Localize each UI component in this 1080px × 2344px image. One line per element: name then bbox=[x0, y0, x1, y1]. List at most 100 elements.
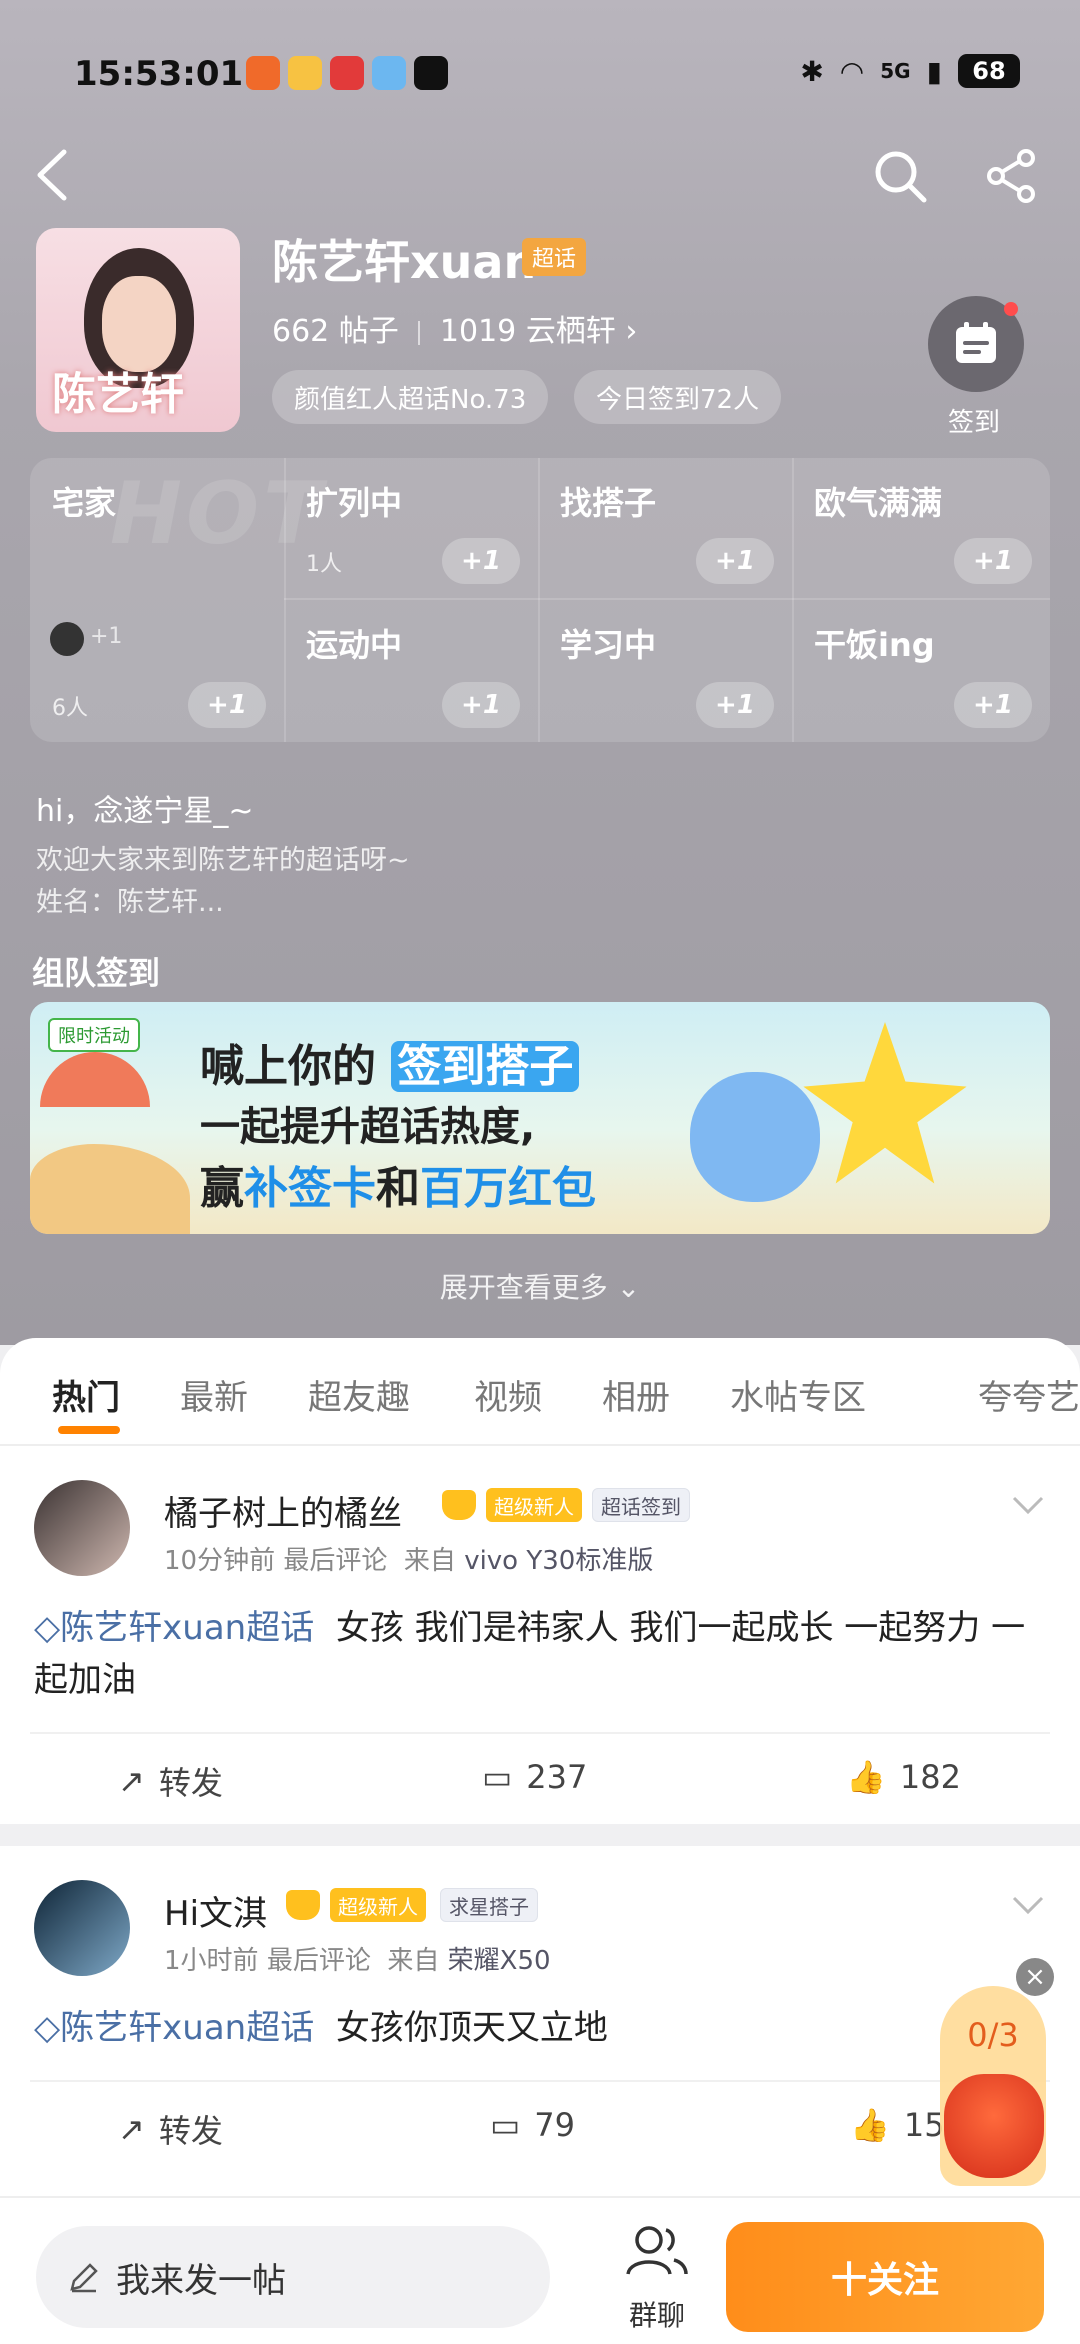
topic-link-text: 陈艺轩xuan超话 bbox=[60, 1608, 315, 1648]
topic-stats[interactable]: 662 帖子 1019 云栖轩 › bbox=[272, 306, 637, 350]
comment-icon: ▭ bbox=[482, 1758, 513, 1796]
post-text: 女孩你顶天又立地 bbox=[335, 2008, 608, 2048]
status-cell-kuolie[interactable]: 扩列中 1人 +1 bbox=[284, 458, 538, 598]
comment-count: 237 bbox=[526, 1758, 588, 1796]
plus-one-button[interactable]: +1 bbox=[696, 682, 774, 728]
repost-label: 转发 bbox=[158, 1764, 223, 1802]
intro-description-2[interactable]: 姓名：陈艺轩... bbox=[36, 880, 224, 919]
checkin-pill[interactable]: 今日签到72人 bbox=[574, 370, 782, 424]
status-cell-zhaodazi[interactable]: 找搭子 +1 bbox=[538, 458, 792, 598]
tab-latest[interactable]: 最新 bbox=[180, 1370, 248, 1419]
repost-button[interactable]: ↗ 转发 bbox=[118, 1758, 223, 1804]
post-content[interactable]: ◇陈艺轩xuan超话 女孩 我们是祎家人 我们一起成长 一起努力 一起加油 bbox=[34, 1602, 1044, 1706]
status-cell-ouqi[interactable]: 欧气满满 +1 bbox=[792, 458, 1050, 598]
status-bar: 15:53:01 ✱ ◠ 5G ▮ 68 bbox=[0, 40, 1080, 110]
follow-button[interactable]: 十关注 bbox=[726, 2222, 1044, 2332]
repost-label: 转发 bbox=[158, 2112, 223, 2150]
tab-praise[interactable]: 夸夸艺 bbox=[978, 1370, 1080, 1419]
expand-more-button[interactable]: 展开查看更多 ⌄ bbox=[0, 1266, 1080, 1306]
topic-link[interactable]: ◇陈艺轩xuan超话 bbox=[34, 2008, 314, 2048]
team-signin-title: 组队签到 bbox=[32, 954, 161, 992]
group-chat-button[interactable]: 群聊 bbox=[612, 2216, 702, 2336]
beach-illustration bbox=[30, 1144, 190, 1234]
vip-crown-icon bbox=[442, 1490, 476, 1520]
like-count: 182 bbox=[899, 1758, 961, 1796]
tab-album[interactable]: 相册 bbox=[602, 1370, 670, 1419]
umbrella-illustration bbox=[40, 1052, 150, 1107]
avatar-text: 陈艺轩 bbox=[52, 369, 184, 420]
weibo-notification-icon bbox=[288, 56, 322, 90]
plus-one-button[interactable]: +1 bbox=[696, 538, 774, 584]
banner-highlight: 百万红包 bbox=[420, 1163, 596, 1214]
plus-one-button[interactable]: +1 bbox=[188, 682, 266, 728]
tab-video[interactable]: 视频 bbox=[474, 1370, 542, 1419]
posts-label: 帖子 bbox=[338, 314, 399, 349]
topic-link-text: 陈艺轩xuan超话 bbox=[60, 2008, 315, 2048]
close-icon[interactable]: × bbox=[1016, 1958, 1054, 1996]
super-newbie-badge: 超级新人 bbox=[486, 1488, 582, 1522]
banner-text: 喊上你的 bbox=[200, 1041, 376, 1092]
post-username[interactable]: 橘子树上的橘丝 bbox=[164, 1486, 402, 1535]
pencil-icon bbox=[70, 2263, 98, 2293]
status-cell-name: 扩列中 bbox=[306, 484, 403, 522]
chevron-down-icon[interactable] bbox=[1010, 1886, 1046, 1922]
post-time: 10分钟前 bbox=[164, 1546, 276, 1576]
status-cell-name: 找搭子 bbox=[560, 484, 657, 522]
team-signin-banner[interactable]: 限时活动 喊上你的 签到搭子 一起提升超话热度, 赢补签卡和百万红包 bbox=[30, 1002, 1050, 1234]
notification-dot bbox=[1004, 302, 1018, 316]
plus-one-button[interactable]: +1 bbox=[954, 682, 1032, 728]
plus-one-button[interactable]: +1 bbox=[954, 538, 1032, 584]
topic-avatar[interactable]: 陈艺轩 bbox=[36, 228, 240, 432]
status-cell-xuexi[interactable]: 学习中 +1 bbox=[538, 600, 792, 742]
status-cell-ganfan[interactable]: 干饭ing +1 bbox=[792, 600, 1050, 742]
share-icon[interactable] bbox=[984, 148, 1040, 204]
post-last-comment: 最后评论 bbox=[266, 1946, 371, 1976]
chevron-right-icon: › bbox=[625, 314, 638, 349]
rank-pill[interactable]: 颜值红人超话No.73 bbox=[272, 370, 549, 424]
expand-more-label: 展开查看更多 bbox=[439, 1271, 608, 1304]
feed-tabs: 热门 最新 超友趣 视频 相册 水帖专区 夸夸艺 bbox=[0, 1338, 1080, 1442]
like-button[interactable]: 👍 15 bbox=[850, 2106, 945, 2144]
stats-divider bbox=[418, 320, 421, 345]
signal-label: 5G bbox=[880, 59, 911, 83]
tab-fun[interactable]: 超友趣 bbox=[308, 1370, 410, 1419]
post-actions: ↗ 转发 ▭ 79 👍 15 bbox=[30, 2080, 1050, 2172]
user-avatar[interactable] bbox=[34, 1880, 130, 1976]
banner-line-1: 喊上你的 签到搭子 bbox=[200, 1030, 580, 1094]
bluetooth-icon: ✱ bbox=[800, 54, 824, 88]
tab-hot[interactable]: 热门 bbox=[52, 1370, 120, 1419]
compose-input[interactable]: 我来发一帖 bbox=[36, 2226, 550, 2328]
group-chat-icon bbox=[626, 2226, 688, 2275]
back-icon[interactable] bbox=[30, 148, 74, 202]
post-username[interactable]: Hi文淇 bbox=[164, 1886, 267, 1935]
thumbs-up-icon: 👍 bbox=[846, 1758, 886, 1796]
repost-button[interactable]: ↗ 转发 bbox=[118, 2106, 223, 2152]
plus-one-button[interactable]: +1 bbox=[442, 538, 520, 584]
post-card[interactable]: Hi文淇 超级新人 求星搭子 1小时前 最后评论 来自 荣耀X50 ◇陈艺轩xu… bbox=[0, 1846, 1080, 2176]
member-avatar bbox=[50, 622, 84, 656]
comment-icon: ▭ bbox=[490, 2106, 521, 2144]
comment-button[interactable]: ▭ 237 bbox=[482, 1758, 587, 1796]
topic-link[interactable]: ◇陈艺轩xuan超话 bbox=[34, 1608, 314, 1648]
search-icon[interactable] bbox=[872, 148, 928, 204]
status-cell-yundong[interactable]: 运动中 +1 bbox=[284, 600, 538, 742]
banner-highlight: 签到搭子 bbox=[391, 1041, 580, 1092]
like-button[interactable]: 👍 182 bbox=[846, 1758, 961, 1796]
status-cell-zhaijia[interactable]: 宅家 +1 6人 +1 bbox=[30, 458, 284, 742]
post-card[interactable]: 橘子树上的橘丝 超级新人 超话签到 10分钟前 最后评论 来自 vivo Y30… bbox=[0, 1446, 1080, 1824]
status-time: 15:53:01 bbox=[74, 54, 244, 94]
comment-button[interactable]: ▭ 79 bbox=[490, 2106, 575, 2144]
status-cell-name: 欧气满满 bbox=[814, 484, 943, 522]
intro-greeting: hi，念遂宁星_~ bbox=[36, 794, 254, 829]
red-packet-icon[interactable] bbox=[944, 2074, 1044, 2178]
user-avatar[interactable] bbox=[34, 1480, 130, 1576]
post-content[interactable]: ◇陈艺轩xuan超话 女孩你顶天又立地 bbox=[34, 2002, 1044, 2054]
plus-one-button[interactable]: +1 bbox=[442, 682, 520, 728]
app-notification-icon bbox=[246, 56, 280, 90]
followers-label: 云栖轩 bbox=[525, 314, 616, 349]
signin-label: 签到 bbox=[948, 408, 1001, 438]
chevron-down-icon[interactable] bbox=[1010, 1486, 1046, 1522]
wifi-icon: ◠ bbox=[839, 54, 865, 88]
vip-crown-icon bbox=[286, 1890, 320, 1920]
tab-water[interactable]: 水帖专区 bbox=[730, 1370, 866, 1419]
